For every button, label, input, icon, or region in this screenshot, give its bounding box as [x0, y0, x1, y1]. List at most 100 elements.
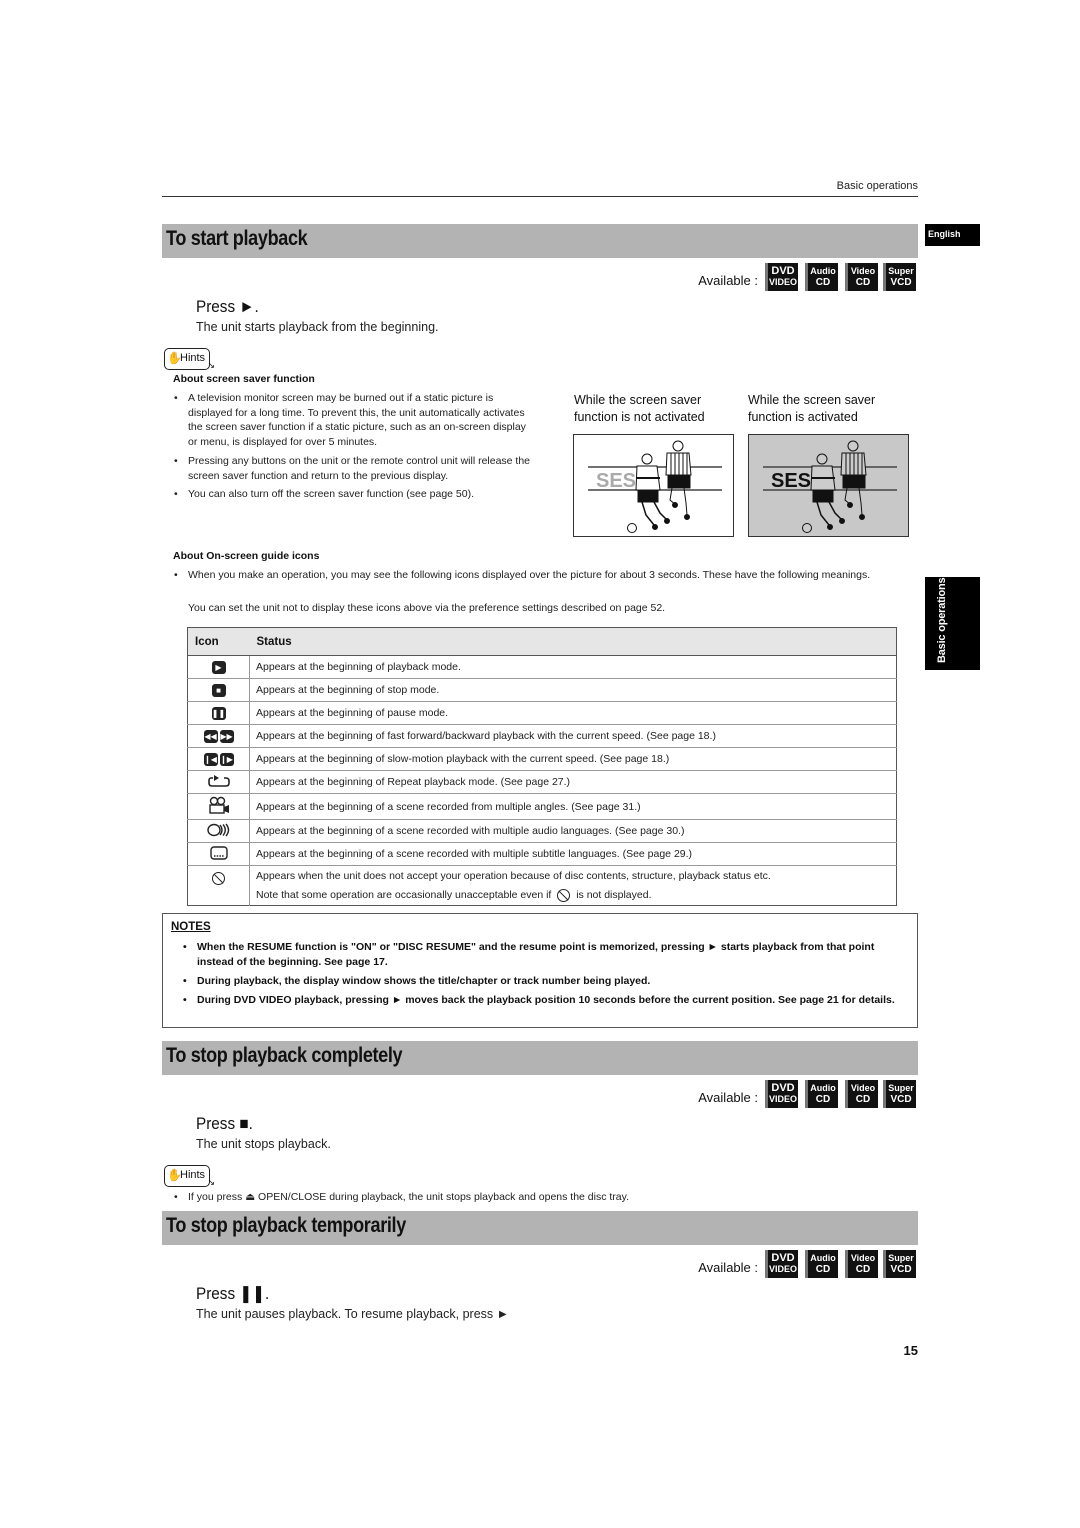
press-instruction: Press ►. [196, 297, 259, 316]
column-header-status: Status [249, 627, 897, 656]
soccer-ball-icon [627, 523, 637, 533]
table-row: Appears at the beginning of Repeat playb… [187, 770, 897, 794]
status-cell: Appears at the beginning of playback mod… [249, 655, 897, 679]
availability-row: Available : DVD VIDEO Audio CD Video CD Sup… [698, 1080, 916, 1108]
caption-not-activated: While the screen saver function is not a… [574, 393, 705, 424]
illustration-text: SES [771, 470, 811, 492]
player-white [810, 453, 845, 530]
table-row: ■ Appears at the beginning of stop mode. [187, 678, 897, 702]
section-title-bar: To stop playback temporarily [162, 1211, 918, 1245]
availability-label: Available : [698, 272, 758, 288]
guide-icons-heading: About On-screen guide icons [173, 550, 320, 562]
soccer-players-illustration: SES [763, 440, 897, 533]
repeat-icon [207, 774, 230, 787]
pause-icon: ❚❚ [211, 706, 226, 720]
list-item: When you make an operation, you may see … [173, 568, 908, 583]
status-cell: Appears when the unit does not accept yo… [249, 865, 897, 906]
note-item: When the RESUME function is "ON" or "DIS… [183, 940, 908, 970]
press-instruction: Press ❚❚. [196, 1284, 270, 1303]
screen-saver-off-illustration: SES [573, 434, 734, 537]
status-cell: Appears at the beginning of a scene reco… [249, 793, 897, 820]
status-cell: Appears at the beginning of Repeat playb… [249, 770, 897, 794]
illustration-text: SES [596, 470, 636, 492]
soccer-ball-icon [802, 523, 812, 533]
table-row: Appears at the beginning of a scene reco… [187, 819, 897, 843]
table-row: Appears when the unit does not accept yo… [187, 865, 897, 906]
fast-forward-icon: ▶▶ [219, 729, 234, 743]
soccer-players-illustration: SES [588, 440, 722, 533]
page-number: 15 [903, 1343, 918, 1358]
guide-icons-bullets: When you make an operation, you may see … [173, 568, 908, 587]
chapter-tab: Basic operations [925, 577, 980, 670]
notes-box: NOTES When the RESUME function is "ON" o… [162, 913, 918, 1028]
hint-tail-icon: ↘ [207, 1177, 215, 1187]
hint-tail-icon: ↘ [207, 360, 215, 370]
video-cd-badge: Video CD [845, 263, 878, 291]
hand-icon: ✋ [167, 1168, 182, 1182]
note-item: During DVD VIDEO playback, pressing ► mo… [183, 993, 908, 1008]
list-item: A television monitor screen may be burne… [173, 391, 533, 450]
guide-icons-table: Icon Status ▶ Appears at the beginning o… [187, 627, 897, 906]
press-description: The unit pauses playback. To resume play… [196, 1307, 509, 1321]
stop-hint-bullets: If you press ⏏ OPEN/CLOSE during playbac… [173, 1190, 893, 1209]
table-row: ▶ Appears at the beginning of playback m… [187, 655, 897, 679]
status-cell: Appears at the beginning of a scene reco… [249, 819, 897, 843]
super-vcd-badge: Super VCD [883, 263, 916, 291]
availability-row: Available : DVD VIDEO Audio CD Video CD Sup… [698, 263, 916, 291]
list-item: Pressing any buttons on the unit or the … [173, 454, 533, 483]
table-row: Appears at the beginning of a scene reco… [187, 842, 897, 866]
hints-label: ✋ Hints ↘ [164, 348, 215, 370]
list-item: You can also turn off the screen saver f… [173, 487, 533, 502]
section-title: To stop playback temporarily [166, 1214, 406, 1237]
notes-title: NOTES [171, 921, 211, 933]
prohibited-icon [212, 872, 225, 885]
audio-cd-badge: Audio CD [805, 1080, 838, 1108]
video-cd-badge: Video CD [845, 1080, 878, 1108]
angle-camera-icon [208, 796, 229, 814]
screen-saver-on-illustration: SES [748, 434, 909, 537]
prohibited-icon [557, 888, 571, 902]
press-description: The unit starts playback from the beginn… [196, 320, 439, 334]
list-item: If you press ⏏ OPEN/CLOSE during playbac… [173, 1190, 893, 1205]
availability-row: Available : DVD VIDEO Audio CD Video CD Sup… [698, 1250, 916, 1278]
guide-icons-note: You can set the unit not to display thes… [188, 602, 666, 614]
table-row: ◀◀ ▶▶ Appears at the beginning of fast fo… [187, 724, 897, 748]
column-header-icon: Icon [187, 627, 250, 656]
chapter-tab-label: Basic operations [936, 577, 948, 663]
super-vcd-badge: Super VCD [883, 1080, 916, 1108]
fast-backward-icon: ◀◀ [203, 729, 218, 743]
table-row: Appears at the beginning of a scene reco… [187, 793, 897, 820]
header-rule [162, 196, 918, 197]
status-cell: Appears at the beginning of stop mode. [249, 678, 897, 702]
status-cell: Appears at the beginning of fast forward… [249, 724, 897, 748]
stop-icon: ■ [211, 683, 226, 697]
video-cd-badge: Video CD [845, 1250, 878, 1278]
status-cell: Appears at the beginning of a scene reco… [249, 842, 897, 866]
hand-icon: ✋ [167, 351, 182, 365]
super-vcd-badge: Super VCD [883, 1250, 916, 1278]
section-title-bar: To stop playback completely [162, 1041, 918, 1075]
table-row: ❚❚ Appears at the beginning of pause mod… [187, 701, 897, 725]
play-icon: ▶ [211, 660, 226, 674]
press-instruction: Press ■. [196, 1114, 253, 1133]
note-item: During playback, the display window show… [183, 974, 908, 989]
section-title-bar: To start playback [162, 224, 918, 258]
hints-label: ✋ Hints ↘ [164, 1165, 215, 1187]
availability-label: Available : [698, 1089, 758, 1105]
audio-language-icon [206, 823, 229, 836]
slow-forward-icon: ❙▶ [219, 752, 234, 766]
audio-cd-badge: Audio CD [805, 263, 838, 291]
player-striped [665, 440, 692, 520]
dvd-video-badge: DVD VIDEO [765, 263, 798, 291]
press-description: The unit stops playback. [196, 1137, 331, 1151]
screen-saver-bullets: A television monitor screen may be burne… [173, 391, 533, 506]
subtitle-icon [209, 845, 228, 860]
player-white [635, 453, 670, 530]
caption-activated: While the screen saver function is activ… [748, 393, 876, 424]
availability-label: Available : [698, 1259, 758, 1275]
table-row: ❙◀ ❙▶ Appears at the beginning of slow-mo… [187, 747, 897, 771]
screen-saver-heading: About screen saver function [173, 373, 315, 385]
audio-cd-badge: Audio CD [805, 1250, 838, 1278]
running-head: Basic operations [836, 180, 918, 192]
dvd-video-badge: DVD VIDEO [765, 1080, 798, 1108]
